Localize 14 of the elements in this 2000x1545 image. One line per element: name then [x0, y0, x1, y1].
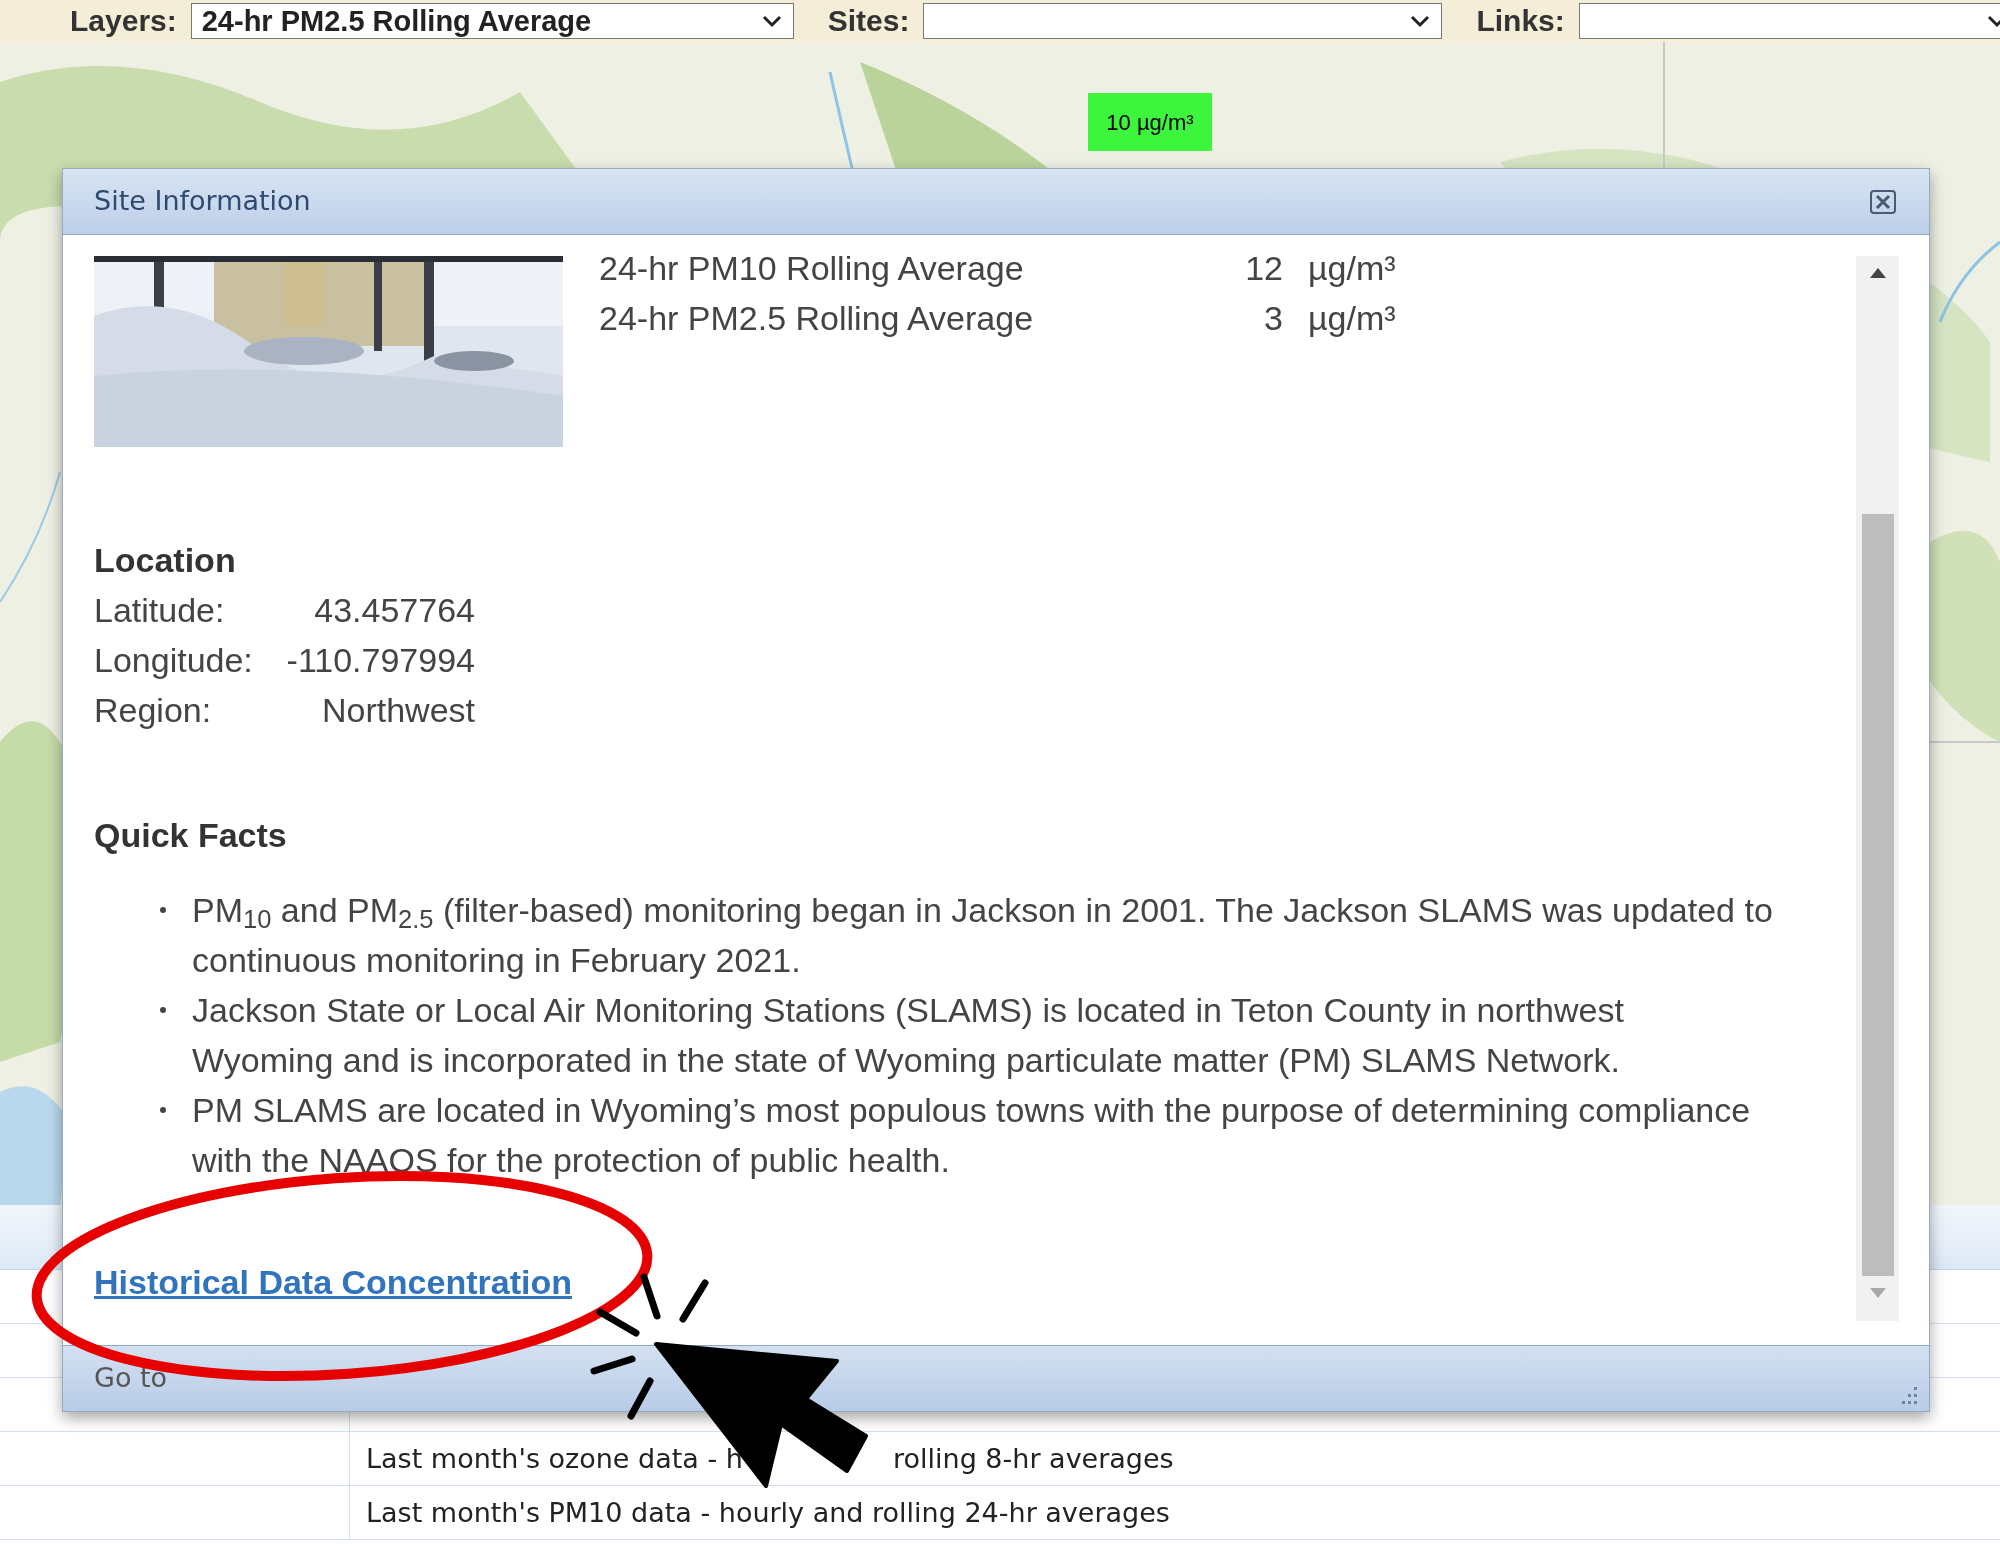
link-select[interactable] [1578, 3, 2000, 39]
site-page-link[interactable]: Go to [94, 1358, 168, 1399]
field-label: Links: [1476, 6, 1565, 36]
caret-icon [760, 14, 783, 28]
field-label: Sites: [827, 6, 910, 36]
site-select[interactable] [923, 3, 1443, 39]
table-cell-text: Last month's PM10 data - hourly and rolling 24-hr averages [366, 1495, 1170, 1530]
caret-icon [1409, 14, 1432, 28]
click-burst-icon [590, 1273, 709, 1420]
table-cell-text: Last month's ozone data - h [366, 1441, 743, 1476]
field-label: Layers: [70, 6, 177, 36]
table-cell-text: rolling 8-hr averages [893, 1441, 1174, 1476]
layer-select[interactable]: 24-hr PM2.5 Rolling Average [190, 3, 794, 39]
historical-data-link[interactable]: Historical Data Concentration [94, 1257, 572, 1307]
